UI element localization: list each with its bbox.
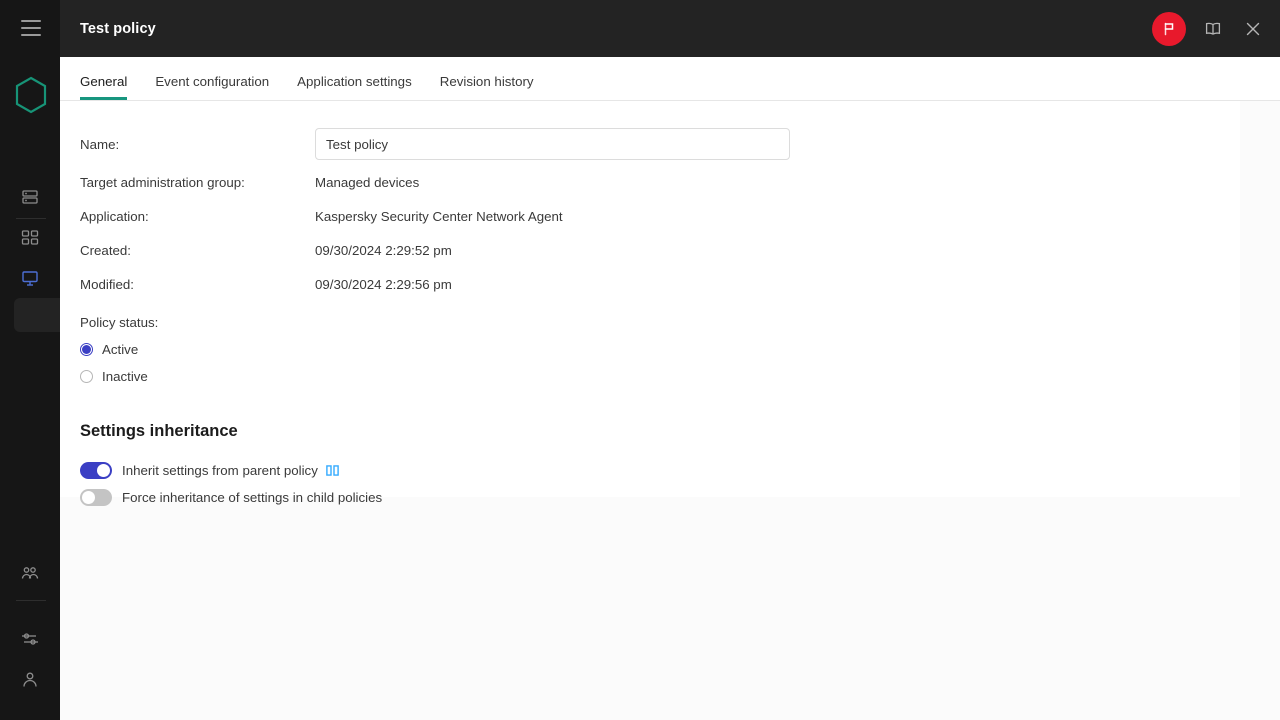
book-icon[interactable] (1200, 16, 1226, 42)
hamburger-line (21, 27, 41, 29)
header-actions (1152, 12, 1280, 46)
close-icon[interactable] (1240, 16, 1266, 42)
toggle-row-force-inheritance[interactable]: Force inheritance of settings in child p… (80, 484, 1240, 511)
application-label: Application: (80, 209, 315, 224)
toggle-label-force-inheritance: Force inheritance of settings in child p… (122, 490, 382, 505)
toggle-inherit-from-parent[interactable] (80, 462, 112, 479)
sidebar-item-account-icon[interactable] (14, 664, 46, 696)
flag-icon[interactable] (1152, 12, 1186, 46)
modal-header: Test policy (60, 0, 1280, 57)
tab-general[interactable]: General (80, 74, 127, 100)
field-row-created: Created: 09/30/2024 2:29:52 pm (80, 233, 1240, 267)
target-group-label: Target administration group: (80, 175, 315, 190)
name-input[interactable] (315, 128, 790, 160)
toggle-knob (97, 464, 110, 477)
radio-option-active[interactable]: Active (80, 336, 1240, 363)
application-value: Kaspersky Security Center Network Agent (315, 209, 563, 224)
general-tab-panel: Name: Target administration group: Manag… (60, 101, 1240, 497)
tab-application-settings[interactable]: Application settings (297, 74, 412, 100)
created-value: 09/30/2024 2:29:52 pm (315, 243, 452, 258)
modified-value: 09/30/2024 2:29:56 pm (315, 277, 452, 292)
general-form: Name: Target administration group: Manag… (60, 101, 1240, 511)
field-row-modified: Modified: 09/30/2024 2:29:56 pm (80, 267, 1240, 301)
hamburger-line (21, 34, 41, 36)
toggle-label-inherit-from-parent: Inherit settings from parent policy (122, 463, 318, 478)
tab-bar: General Event configuration Application … (60, 57, 1280, 101)
rail-divider (16, 218, 46, 219)
radio-button-active[interactable] (80, 343, 93, 356)
sidebar-item-devices-icon[interactable] (14, 262, 46, 294)
toggle-row-inherit-from-parent[interactable]: Inherit settings from parent policy (80, 457, 1240, 484)
help-book-icon[interactable] (325, 463, 340, 478)
target-group-value: Managed devices (315, 175, 419, 190)
name-label: Name: (80, 137, 315, 152)
radio-label-active: Active (102, 342, 138, 357)
left-nav-rail (0, 0, 60, 720)
tab-event-configuration[interactable]: Event configuration (155, 74, 269, 100)
field-row-target-group: Target administration group: Managed dev… (80, 165, 1240, 199)
hamburger-menu-icon[interactable] (21, 20, 41, 36)
field-row-application: Application: Kaspersky Security Center N… (80, 199, 1240, 233)
app-root: Test policy (0, 0, 1280, 720)
policy-modal: Test policy (60, 0, 1280, 720)
page-title: Test policy (80, 21, 156, 37)
radio-button-inactive[interactable] (80, 370, 93, 383)
sidebar-item-monitoring-icon[interactable] (14, 181, 46, 213)
field-row-name: Name: (80, 123, 1240, 165)
tab-revision-history[interactable]: Revision history (440, 74, 534, 100)
sidebar-item-assets-icon[interactable] (14, 222, 46, 254)
hamburger-line (21, 20, 41, 22)
toggle-force-inheritance[interactable] (80, 489, 112, 506)
rail-divider (16, 600, 46, 601)
sidebar-item-users-roles-icon[interactable] (14, 558, 46, 590)
radio-option-inactive[interactable]: Inactive (80, 363, 1240, 390)
created-label: Created: (80, 243, 315, 258)
settings-inheritance-heading: Settings inheritance (80, 422, 1240, 441)
radio-label-inactive: Inactive (102, 369, 148, 384)
policy-status-label: Policy status: (80, 315, 1240, 330)
toggle-knob (82, 491, 95, 504)
sidebar-item-operations-icon[interactable] (14, 623, 46, 655)
modified-label: Modified: (80, 277, 315, 292)
brand-logo-icon (14, 76, 48, 116)
sidebar-selected-indicator (14, 298, 60, 332)
